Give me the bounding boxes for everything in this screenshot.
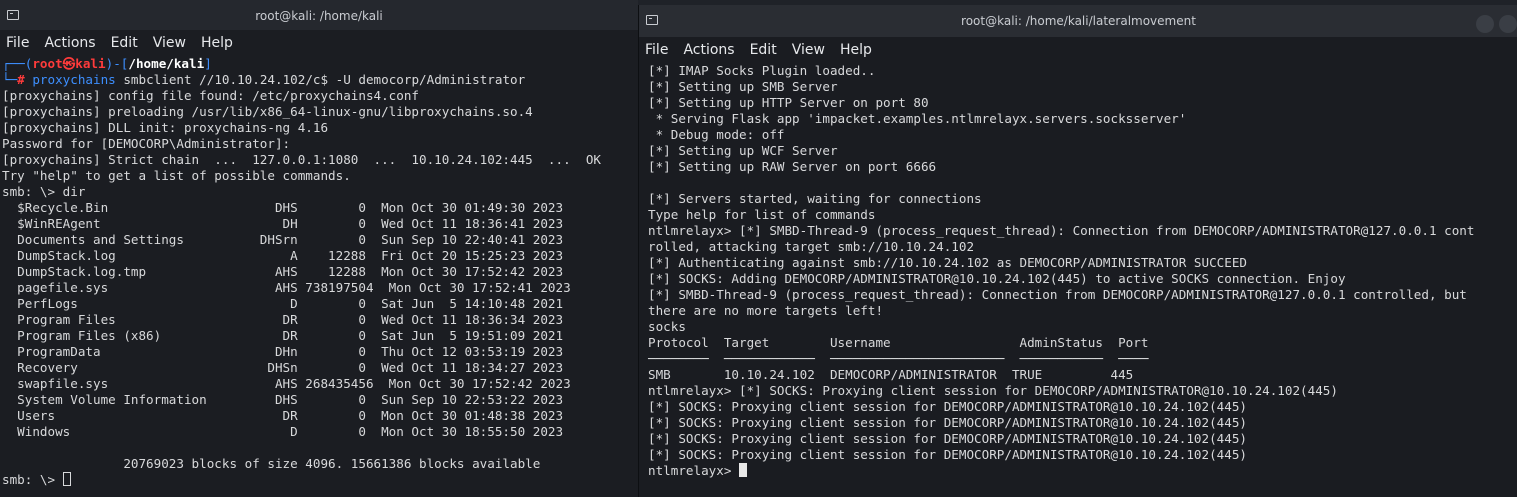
right-output-line: [*] Setting up WCF Server: [648, 143, 838, 158]
right-output-line: * Debug mode: off: [648, 127, 785, 142]
menu-help[interactable]: Help: [840, 42, 872, 58]
left-output-line: swapfile.sys AHS 268435456 Mon Oct 30 17…: [2, 376, 571, 391]
right-output-line: ntlmrelayx> [*] SOCKS: Proxying client s…: [648, 383, 1338, 398]
right-window-title: root@kali: /home/kali/lateralmovement: [961, 14, 1196, 28]
left-output-line: DumpStack.log A 12288 Fri Oct 20 15:25:2…: [2, 248, 564, 263]
right-output-line: [*] Setting up RAW Server on port 6666: [648, 159, 937, 174]
left-output-line: Program Files DR 0 Wed Oct 11 18:36:34 2…: [2, 312, 564, 327]
right-output-line: socks: [648, 319, 686, 334]
menu-file[interactable]: File: [6, 35, 29, 51]
left-output-line: Recovery DHSn 0 Wed Oct 11 18:34:27 2023: [2, 360, 564, 375]
left-output-line: pagefile.sys AHS 738197504 Mon Oct 30 17…: [2, 280, 571, 295]
left-output-line: smb: \> dir: [2, 184, 86, 199]
right-output-line: [648, 175, 1517, 191]
left-terminal-window[interactable]: root@kali: /home/kali File Actions Edit …: [0, 0, 638, 497]
right-output-line: rolled, attacking target smb://10.10.24.…: [648, 239, 975, 254]
right-final-prompt-line: ntlmrelayx>: [648, 463, 1517, 479]
left-output-line: PerfLogs D 0 Sat Jun 5 14:10:48 2021: [2, 296, 564, 311]
right-output-line: SMB 10.10.24.102 DEMOCORP/ADMINISTRATOR …: [648, 367, 1134, 382]
right-output-line: [*] Setting up HTTP Server on port 80: [648, 95, 929, 110]
maximize-button[interactable]: [1499, 15, 1517, 33]
left-output-line: $Recycle.Bin DHS 0 Mon Oct 30 01:49:30 2…: [2, 200, 564, 215]
minimize-button[interactable]: [1476, 15, 1494, 33]
right-output-line: Protocol Target Username AdminStatus Por…: [648, 335, 1149, 350]
left-output-line: [proxychains] DLL init: proxychains-ng 4…: [2, 120, 329, 135]
left-window-title: root@kali: /home/kali: [255, 9, 383, 23]
command-args: smbclient //10.10.24.102/c$ -U democorp/…: [115, 72, 526, 87]
left-output-line: [proxychains] config file found: /etc/pr…: [2, 88, 420, 103]
left-menubar: File Actions Edit View Help: [0, 30, 638, 56]
text-cursor: [739, 463, 747, 477]
left-output-line: System Volume Information DHS 0 Sun Sep …: [2, 392, 564, 407]
right-output-line: ntlmrelayx> [*] SMBD-Thread-9 (process_r…: [648, 223, 1475, 238]
left-output-line: [2, 440, 638, 456]
right-terminal-output[interactable]: [*] IMAP Socks Plugin loaded.. [*] Settin…: [639, 63, 1517, 479]
prompt-path: /home/kali: [128, 56, 205, 71]
left-output-line: [proxychains] Strict chain ... 127.0.0.1…: [2, 152, 601, 167]
menu-help[interactable]: Help: [201, 35, 233, 51]
menu-actions[interactable]: Actions: [683, 42, 734, 58]
menu-actions[interactable]: Actions: [44, 35, 95, 51]
right-output-line: ──────── ──────────── ──────────────────…: [648, 351, 1149, 366]
right-output-line: [*] SOCKS: Proxying client session for D…: [648, 447, 1247, 462]
menu-edit[interactable]: Edit: [111, 35, 138, 51]
prompt-line-2: └─# proxychains smbclient //10.10.24.102…: [2, 72, 526, 87]
right-output-line: [*] SOCKS: Proxying client session for D…: [648, 399, 1247, 414]
right-output-line: [*] Servers started, waiting for connect…: [648, 191, 982, 206]
prompt-user: root㉿kali: [32, 56, 106, 71]
left-output-line: Program Files (x86) DR 0 Sat Jun 5 19:51…: [2, 328, 564, 343]
right-output-line: [*] SOCKS: Proxying client session for D…: [648, 431, 1247, 446]
left-output-line: $WinREAgent DH 0 Wed Oct 11 18:36:41 202…: [2, 216, 564, 231]
left-output-line: Documents and Settings DHSrn 0 Sun Sep 1…: [2, 232, 564, 247]
left-output-line: ProgramData DHn 0 Thu Oct 12 03:53:19 20…: [2, 344, 564, 359]
left-final-prompt-line: smb: \>: [2, 472, 638, 488]
right-output-lines: [*] IMAP Socks Plugin loaded.. [*] Settin…: [648, 63, 1517, 463]
menu-edit[interactable]: Edit: [750, 42, 777, 58]
right-output-line: there are no more targets left!: [648, 303, 884, 318]
right-output-line: [*] IMAP Socks Plugin loaded..: [648, 63, 876, 78]
left-titlebar[interactable]: root@kali: /home/kali: [0, 0, 638, 30]
right-menubar: File Actions Edit View Help: [639, 37, 1517, 63]
command-name: proxychains: [24, 72, 116, 87]
right-output-line: [*] Authenticating against smb://10.10.2…: [648, 255, 1247, 270]
left-output-line: Users DR 0 Mon Oct 30 01:48:38 2023: [2, 408, 564, 423]
menu-file[interactable]: File: [645, 42, 668, 58]
right-output-line: [*] SMBD-Thread-9 (process_request_threa…: [648, 287, 1467, 302]
left-output-line: Windows D 0 Mon Oct 30 18:55:50 2023: [2, 424, 564, 439]
left-output-line: 20769023 blocks of size 4096. 15661386 b…: [2, 456, 541, 471]
menu-view[interactable]: View: [153, 35, 186, 51]
right-terminal-window[interactable]: root@kali: /home/kali/lateralmovement Fi…: [638, 5, 1517, 497]
left-output-line: [proxychains] preloading /usr/lib/x86_64…: [2, 104, 533, 119]
left-output-line: DumpStack.log.tmp AHS 12288 Mon Oct 30 1…: [2, 264, 564, 279]
right-output-line: Type help for list of commands: [648, 207, 876, 222]
left-output-line: Try "help" to get a list of possible com…: [2, 168, 351, 183]
right-titlebar[interactable]: root@kali: /home/kali/lateralmovement: [639, 5, 1517, 37]
text-cursor: [62, 472, 71, 486]
left-output-line: Password for [DEMOCORP\Administrator]:: [2, 136, 291, 151]
right-output-line: [*] SOCKS: Adding DEMOCORP/ADMINISTRATOR…: [648, 271, 1346, 286]
prompt-line-1: ┌──(root㉿kali)-[/home/kali]: [2, 56, 212, 71]
right-output-line: * Serving Flask app 'impacket.examples.n…: [648, 111, 1187, 126]
menu-view[interactable]: View: [792, 42, 825, 58]
right-output-line: [*] SOCKS: Proxying client session for D…: [648, 415, 1247, 430]
left-output-lines: [proxychains] config file found: /etc/pr…: [2, 88, 638, 472]
right-output-line: [*] Setting up SMB Server: [648, 79, 838, 94]
left-terminal-output[interactable]: ┌──(root㉿kali)-[/home/kali] └─# proxychai…: [0, 56, 638, 488]
